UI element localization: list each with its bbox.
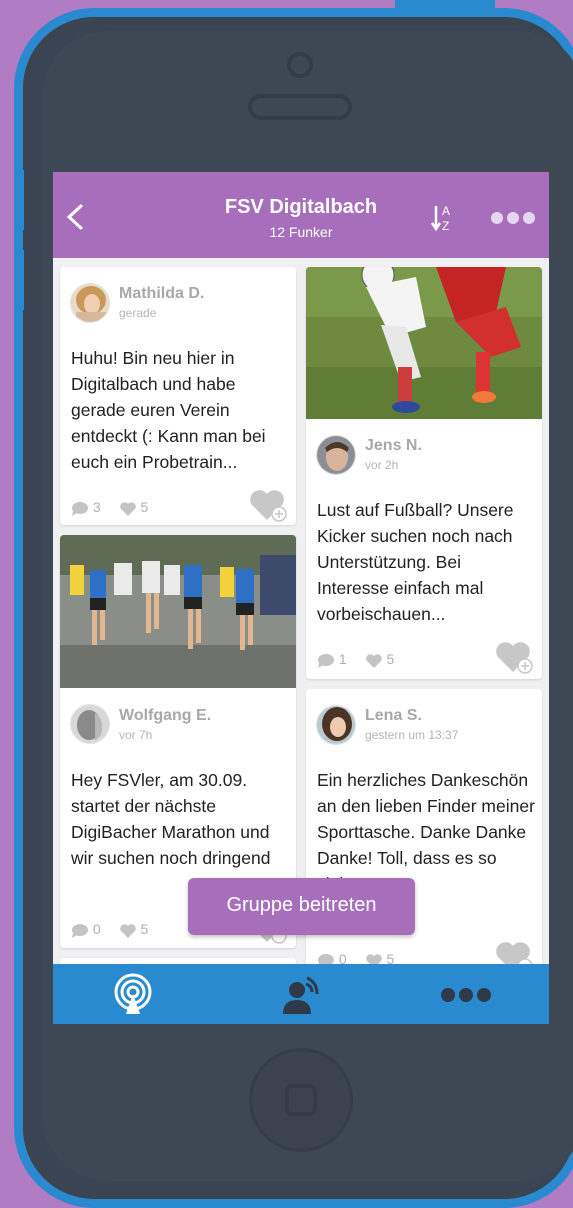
comment-icon — [72, 923, 88, 938]
post-text: Lust auf Fußball? Unsere Kicker suchen n… — [317, 500, 514, 624]
post-stats: 1 5 — [317, 651, 394, 668]
camera — [287, 52, 313, 78]
avatar — [70, 283, 110, 323]
sort-az-icon[interactable]: A Z — [431, 202, 457, 234]
like-count: 5 — [140, 921, 149, 937]
avatar — [70, 704, 110, 744]
author-name: Jens N. — [365, 437, 422, 454]
power-button — [395, 0, 495, 10]
post-text: Huhu! Bin neu hier in Digitalbach und ha… — [71, 348, 266, 472]
member-count: 12 Funker — [269, 224, 333, 240]
post-time: gestern um 13:37 — [365, 728, 459, 742]
post-stats: 0 5 — [71, 921, 148, 938]
post-image-soccer — [306, 267, 542, 419]
comment-count: 1 — [338, 651, 347, 667]
group-title: FSV Digitalbach — [224, 196, 378, 218]
post-card[interactable]: Mathilda D. gerade Huhu! Bin neu hier in… — [60, 267, 296, 525]
home-button[interactable] — [249, 1048, 353, 1152]
post-card[interactable]: Jens N. vor 2h Lust auf Fußball? Unsere … — [306, 267, 542, 679]
svg-text:A: A — [442, 204, 450, 218]
app-screen: FSV Digitalbach 12 Funker A Z Mathilda D… — [53, 172, 549, 1024]
comment-icon — [318, 653, 334, 668]
heart-icon — [119, 501, 136, 516]
comment-icon — [72, 501, 88, 516]
post-time: vor 7h — [119, 728, 153, 742]
more-icon[interactable] — [491, 212, 539, 227]
more-icon[interactable] — [441, 988, 491, 1007]
like-count: 5 — [386, 651, 395, 667]
like-count: 5 — [140, 499, 149, 515]
author-name: Lena S. — [365, 707, 422, 724]
avatar — [316, 435, 356, 475]
heart-add-icon[interactable] — [249, 487, 289, 523]
author-name: Wolfgang E. — [119, 707, 212, 724]
comment-count: 3 — [92, 499, 101, 515]
svg-text:Z: Z — [442, 219, 449, 233]
app-header: FSV Digitalbach 12 Funker A Z — [53, 172, 549, 258]
post-stats: 3 5 — [71, 499, 148, 516]
bottom-nav — [53, 964, 549, 1024]
heart-icon — [119, 923, 136, 938]
post-image-marathon — [60, 535, 296, 688]
post-text: Hey FSVler, am 30.09. startet der nächst… — [71, 770, 271, 868]
heart-add-icon[interactable] — [495, 639, 535, 675]
author-name: Mathilda D. — [119, 285, 205, 302]
user-signal-icon[interactable] — [279, 972, 323, 1016]
volume-button — [14, 170, 24, 230]
avatar — [316, 705, 356, 745]
join-group-button[interactable]: Gruppe beitreten — [188, 878, 415, 935]
post-time: gerade — [119, 306, 157, 320]
broadcast-icon[interactable] — [111, 972, 155, 1016]
speaker — [248, 94, 352, 120]
post-time: vor 2h — [365, 458, 399, 472]
comment-count: 0 — [92, 921, 101, 937]
heart-icon — [365, 653, 382, 668]
volume-button — [14, 250, 24, 310]
